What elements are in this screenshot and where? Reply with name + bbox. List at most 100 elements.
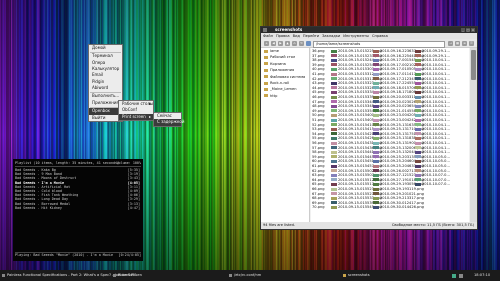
file-name: 2010-09-29-193119.png	[380, 187, 424, 191]
file-name: 38.png	[312, 58, 325, 63]
file-item[interactable]: 70.png	[312, 205, 325, 209]
file-thumbnail-icon	[415, 49, 421, 53]
file-name: 36.png	[312, 49, 325, 53]
task-chat[interactable]: Robert Pifken	[112, 272, 178, 279]
network-icon[interactable]	[452, 273, 456, 278]
file-item[interactable]: 2010-09-30-014426.png	[373, 205, 424, 209]
folder-icon	[264, 62, 268, 66]
file-name: 65.png	[312, 182, 325, 187]
file-thumbnail-icon	[373, 182, 379, 186]
file-list-scrollbar[interactable]	[470, 48, 477, 222]
folder-icon	[264, 68, 268, 72]
file-thumbnail-icon	[331, 100, 337, 104]
playlist-track[interactable]: Bad Seeeds - Hit Kidney [4:47]	[15, 206, 141, 210]
location-icon	[306, 40, 311, 46]
window-menu-icon[interactable]	[263, 28, 267, 32]
menu-1[interactable]: Правка	[276, 34, 290, 38]
forward-icon[interactable]: ▶	[278, 40, 283, 46]
file-name: 2010-10-07-0...	[422, 177, 450, 182]
view-list-icon[interactable]: ≡	[462, 40, 467, 46]
file-thumbnail-icon	[373, 201, 379, 205]
menu-4[interactable]: Закладки	[322, 34, 340, 38]
file-thumbnail-icon	[415, 150, 421, 154]
up-icon[interactable]: ▲	[285, 40, 290, 46]
menu-0[interactable]: Файл	[263, 34, 273, 38]
file-name: 46.png	[312, 95, 325, 99]
file-name: 49.png	[312, 108, 325, 113]
menu-6[interactable]: Справка	[372, 34, 388, 38]
file-name: 2010-10-04-1...	[422, 118, 450, 122]
file-thumbnail-icon	[373, 63, 379, 67]
menu-item[interactable]: Print screen ▸	[119, 113, 153, 120]
menu-item[interactable]: С задержкой	[154, 119, 184, 126]
menu-5[interactable]: Инструменты	[343, 34, 369, 38]
reload-icon[interactable]: ↻	[299, 40, 304, 46]
file-name: 2010-10-04-1...	[422, 62, 450, 67]
file-thumbnail-icon	[415, 58, 421, 62]
file-name: 2010-10-04-1...	[422, 108, 450, 113]
chat-icon	[113, 274, 116, 277]
file-thumbnail-icon	[331, 86, 337, 90]
file-name: 2010-10-04-1...	[422, 72, 450, 76]
place-label: lame	[270, 49, 279, 53]
scrollbar-thumb[interactable]	[471, 50, 476, 80]
close-icon[interactable]: ×	[471, 28, 475, 32]
address-bar[interactable]: /home/lame/screenshots	[313, 40, 445, 48]
file-thumbnail-icon	[415, 95, 421, 99]
maximize-icon[interactable]: □	[466, 28, 470, 32]
volume-icon[interactable]	[459, 273, 463, 278]
file-thumbnail-icon	[373, 205, 379, 209]
place-item[interactable]: http	[261, 93, 309, 99]
file-thumbnail-icon	[415, 81, 421, 85]
file-thumbnail-icon	[373, 127, 379, 131]
file-thumbnail-icon	[331, 95, 337, 99]
file-name: 43.png	[312, 81, 325, 86]
file-thumbnail-icon	[415, 132, 421, 136]
status-bar: 94 files are listed. Свободное место: 11…	[261, 222, 477, 229]
clock[interactable]: 18:07:10	[474, 272, 490, 279]
file-list: 36.png 37.png 38.png 39.png 40.png 41.png 42.p…	[311, 48, 469, 222]
print-screen-submenu: Сейчас С задержкой	[153, 112, 184, 127]
places-sidebar: lame Рабочий стол Корзина Приложения Файлова…	[261, 48, 310, 222]
menu-item[interactable]: Abiword	[89, 85, 122, 91]
task-label: /etc/rc.conf/nm	[234, 273, 262, 277]
file-manager-window[interactable]: screenshots _ □ × Файл Правка Вид Перейти За…	[260, 26, 478, 230]
view-icons-icon[interactable]: ▦	[455, 40, 460, 46]
file-thumbnail-icon	[415, 169, 421, 173]
go-icon[interactable]: →	[448, 40, 453, 46]
status-free-space: Свободное место: 11,5 ГБ (Всего: 301,5 Г…	[391, 223, 474, 227]
menu-item[interactable]: Домой	[89, 45, 122, 51]
file-thumbnail-icon	[373, 164, 379, 168]
task-terminal[interactable]: /etc/rc.conf/nm	[228, 272, 284, 279]
menu-3[interactable]: Перейти	[303, 34, 319, 38]
file-name: 2010-10-04-1...	[422, 136, 450, 141]
file-item[interactable]: 2010-10-07-0...	[415, 182, 450, 186]
back-icon[interactable]: ◀	[271, 40, 276, 46]
file-thumbnail-icon	[415, 182, 421, 186]
music-player-terminal[interactable]: Playlist (10 items, length: 35 minutes, …	[13, 159, 143, 261]
new-tab-icon[interactable]: +	[264, 40, 269, 46]
file-thumbnail-icon	[331, 187, 337, 191]
file-name: 2010-10-04-1...	[422, 67, 450, 72]
minimize-icon[interactable]: _	[461, 28, 465, 32]
file-name: 70.png	[312, 205, 325, 210]
file-name: 2010-10-04-1...	[422, 113, 450, 118]
menu-2[interactable]: Вид	[293, 34, 300, 38]
file-name: 53.png	[312, 127, 325, 132]
file-name: 69.png	[312, 200, 325, 205]
file-thumbnail-icon	[415, 155, 421, 159]
view-details-icon[interactable]: ☰	[469, 40, 474, 46]
file-thumbnail-icon	[331, 77, 337, 81]
task-file-manager[interactable]: screenshots	[342, 272, 398, 279]
file-thumbnail-icon	[331, 58, 337, 62]
home-icon[interactable]: ⌂	[292, 40, 297, 46]
file-thumbnail-icon	[373, 49, 379, 53]
file-name: 2010-10-04-1...	[422, 58, 450, 63]
file-thumbnail-icon	[331, 54, 337, 58]
file-thumbnail-icon	[373, 118, 379, 122]
file-thumbnail-icon	[331, 67, 337, 71]
file-name: 62.png	[312, 168, 325, 173]
file-name: 2010-10-05-0...	[422, 168, 450, 173]
file-thumbnail-icon	[415, 109, 421, 113]
file-thumbnail-icon	[373, 132, 379, 136]
